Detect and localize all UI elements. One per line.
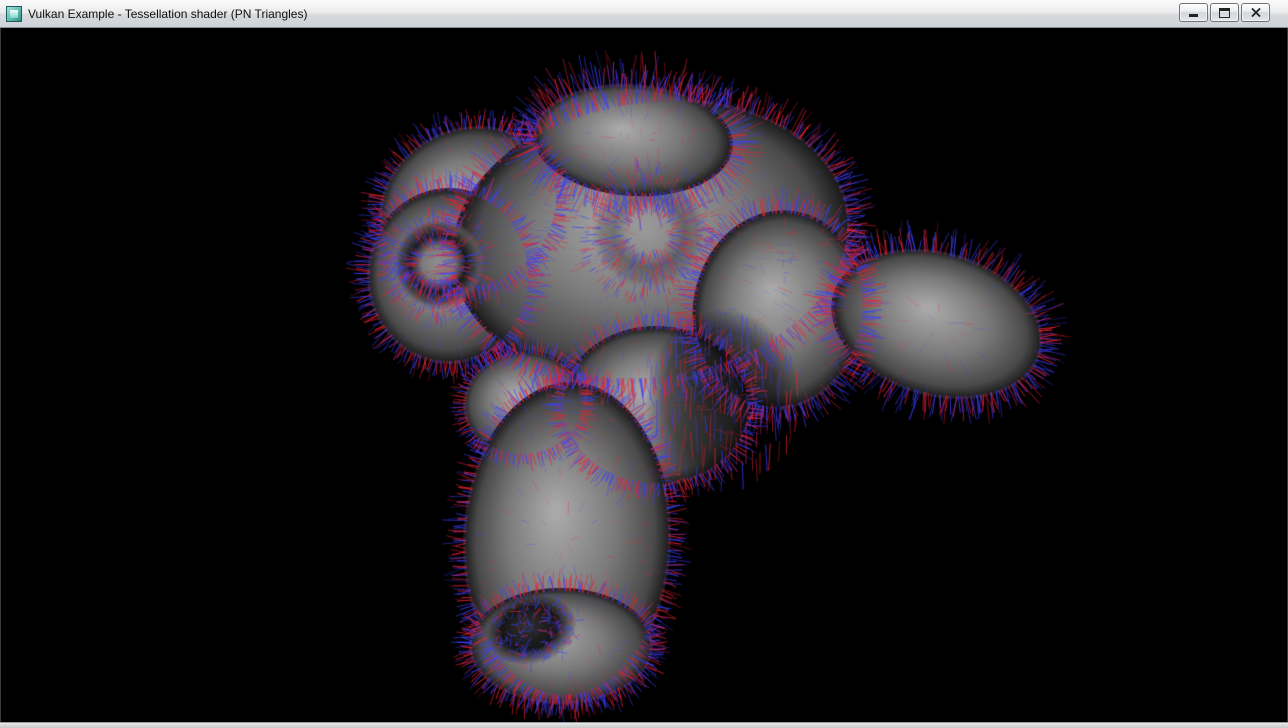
close-button[interactable]: [1241, 3, 1270, 22]
client-area: [0, 28, 1288, 722]
window-controls: [1179, 3, 1270, 22]
app-icon: [6, 6, 22, 22]
window-title: Vulkan Example - Tessellation shader (PN…: [28, 7, 307, 21]
titlebar[interactable]: Vulkan Example - Tessellation shader (PN…: [0, 0, 1288, 28]
maximize-icon: [1219, 8, 1230, 18]
maximize-button[interactable]: [1210, 3, 1239, 22]
minimize-icon: [1189, 8, 1199, 17]
minimize-button[interactable]: [1179, 3, 1208, 22]
window-border-bottom: [0, 722, 1288, 728]
app-window: Vulkan Example - Tessellation shader (PN…: [0, 0, 1288, 728]
vulkan-render-viewport[interactable]: [1, 28, 1287, 722]
close-icon: [1251, 8, 1261, 17]
